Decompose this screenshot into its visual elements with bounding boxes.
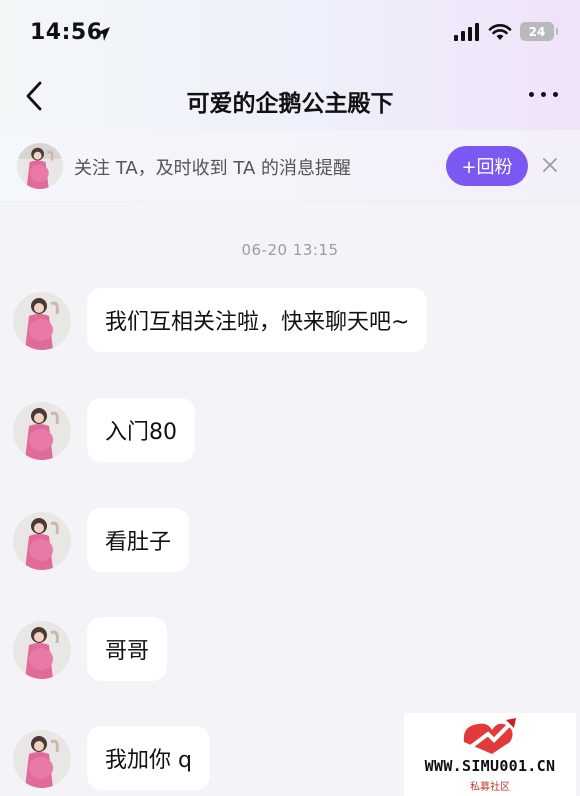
- watermark-subtitle: 私募社区: [470, 782, 510, 793]
- follow-reminder-text: 关注 TA，及时收到 TA 的消息提醒: [74, 158, 351, 179]
- more-options-icon[interactable]: [529, 92, 558, 97]
- message-bubble[interactable]: 我们互相关注啦，快来聊天吧~: [87, 288, 428, 352]
- location-arrow-icon: [96, 27, 110, 41]
- avatar[interactable]: [13, 292, 71, 350]
- follow-back-button[interactable]: +回粉: [446, 146, 528, 186]
- wifi-icon: [488, 23, 512, 40]
- cellular-signal-icon: [454, 22, 479, 41]
- battery-level: 24: [528, 24, 546, 39]
- message-bubble[interactable]: 入门80: [87, 398, 195, 462]
- chat-title: 可爱的企鹅公主殿下: [186, 91, 394, 117]
- watermark: WWW.SIMU001.CN 私募社区: [404, 713, 576, 796]
- message-bubble[interactable]: 哥哥: [87, 617, 168, 681]
- watermark-logo-icon: [463, 718, 516, 754]
- avatar[interactable]: [13, 730, 71, 788]
- avatar[interactable]: [13, 621, 71, 679]
- message-bubble[interactable]: 看肚子: [87, 508, 190, 572]
- status-indicators: 24: [454, 22, 558, 41]
- watermark-site: WWW.SIMU001.CN: [424, 757, 556, 775]
- message-bubble[interactable]: 我加你 q: [87, 726, 210, 790]
- avatar[interactable]: [13, 402, 71, 460]
- battery-icon: 24: [520, 22, 558, 41]
- close-icon[interactable]: [542, 157, 558, 173]
- status-time: 14:56: [30, 20, 103, 45]
- avatar[interactable]: [17, 143, 63, 189]
- message-timestamp: 06-20 13:15: [241, 241, 339, 259]
- avatar[interactable]: [13, 512, 71, 570]
